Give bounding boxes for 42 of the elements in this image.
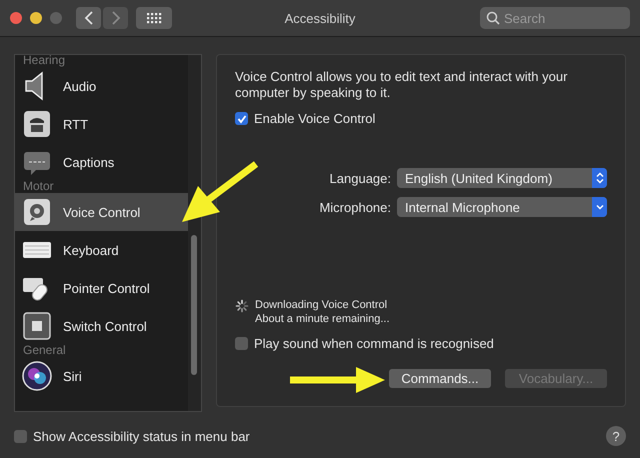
play-sound-checkbox[interactable]: Play sound when command is recognised — [235, 336, 607, 351]
chevron-right-icon — [110, 11, 120, 25]
category-item[interactable]: Switch Control — [15, 307, 188, 345]
grid-icon — [146, 12, 162, 24]
chevron-left-icon — [84, 11, 94, 25]
section-heading: General — [22, 343, 67, 357]
back-button[interactable] — [76, 7, 101, 29]
category-item[interactable]: Siri — [15, 357, 188, 395]
category-item[interactable]: Keyboard — [15, 231, 188, 269]
dropdown[interactable]: English (United Kingdom) — [397, 168, 607, 188]
search-field[interactable]: Search — [480, 7, 630, 29]
section-heading: Hearing — [22, 55, 66, 67]
close-button[interactable] — [10, 12, 22, 24]
window-title: Accessibility — [284, 11, 356, 26]
category-item[interactable]: Voice Control — [15, 193, 188, 231]
help-button[interactable]: ? — [606, 426, 626, 446]
category-item[interactable]: Captions — [15, 143, 188, 181]
search-icon — [486, 11, 500, 25]
show-all-button[interactable] — [136, 7, 172, 29]
orb-icon — [21, 360, 53, 392]
spinner-icon — [235, 299, 249, 313]
action-button[interactable]: Commands... — [389, 369, 491, 388]
forward-button[interactable] — [103, 7, 128, 29]
category-item[interactable]: RTT — [15, 105, 188, 143]
description-text: Voice Control allows you to edit text and interact with your computer by speaking to it. — [235, 69, 568, 101]
section-heading: Motor — [22, 179, 55, 193]
category-item[interactable]: Pointer Control — [15, 269, 188, 307]
field-label: Language: — [328, 170, 391, 186]
up-down-chevron-icon — [596, 172, 604, 184]
dropdown[interactable]: Internal Microphone — [397, 197, 607, 217]
field-label: Microphone: — [318, 200, 391, 214]
speech-bubble-icon — [21, 196, 53, 228]
telephone-icon — [21, 108, 53, 140]
category-item[interactable]: Audio — [15, 67, 188, 105]
checkmark-icon — [236, 114, 246, 124]
status-checkbox[interactable]: Show Accessibility status in menu bar — [14, 428, 250, 444]
download-title: Downloading Voice Control — [255, 298, 388, 312]
enable-checkbox[interactable]: Enable Voice Control — [235, 111, 607, 126]
square-button-icon — [21, 310, 53, 342]
minimize-button[interactable] — [30, 12, 42, 24]
download-status: About a minute remaining... — [255, 312, 390, 326]
chevron-down-icon — [596, 203, 604, 211]
